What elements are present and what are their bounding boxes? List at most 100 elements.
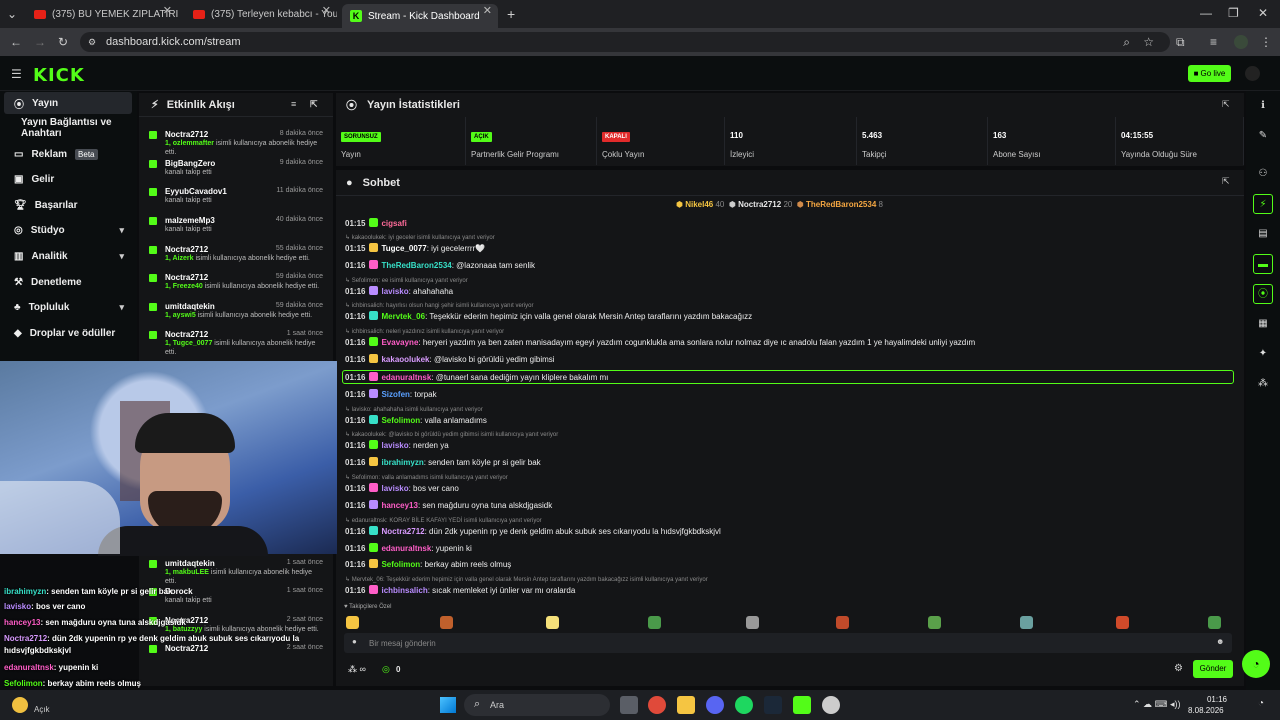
steam-icon[interactable]: [764, 696, 782, 714]
discord-icon[interactable]: [706, 696, 724, 714]
chat-settings-icon[interactable]: ●: [352, 637, 357, 646]
chat-message[interactable]: 01:16 Mervtek_06: Teşekkür ederim hepimiz…: [345, 311, 1235, 321]
hamburger-menu-icon[interactable]: ☰: [11, 67, 22, 81]
zoom-icon[interactable]: ⌕: [1123, 32, 1130, 52]
sidebar-item-achievements[interactable]: 🏆︎ Başarılar: [4, 194, 132, 216]
spotify-icon[interactable]: [735, 696, 753, 714]
menu-dots-icon[interactable]: ⋮: [1260, 35, 1272, 49]
sidebar-item-analytics[interactable]: ▥ Analitik ▾: [4, 245, 132, 267]
message-user[interactable]: kakaoolukek: [381, 355, 429, 364]
sidebar-item-stream-key[interactable]: Yayın Bağlantısı ve Anahtarı: [4, 117, 140, 139]
go-live-button[interactable]: ■ Go live: [1188, 65, 1231, 82]
chat-message[interactable]: 01:16 Sefolimon: valla anlamadıms: [345, 415, 1235, 425]
close-icon[interactable]: ✕: [483, 4, 492, 17]
chat-input[interactable]: ● Bir mesaj gönderin ☻: [344, 633, 1232, 653]
extensions-icon[interactable]: ⧉: [1176, 35, 1185, 50]
message-user[interactable]: TheRedBaron2534: [381, 261, 451, 270]
edit-icon[interactable]: ✎: [1253, 126, 1273, 146]
tray-icons[interactable]: ⌃ ☁ ⌨ ◂)): [1133, 699, 1181, 710]
tab-search-icon[interactable]: ⌄: [7, 7, 17, 21]
user-avatar[interactable]: [1245, 66, 1260, 81]
message-user[interactable]: Noctra2712: [381, 527, 424, 536]
message-user[interactable]: Sefolimon: [381, 560, 420, 569]
window-close-icon[interactable]: ✕: [1258, 6, 1268, 20]
reload-icon[interactable]: ↻: [58, 35, 68, 49]
emote-icon[interactable]: [836, 616, 849, 629]
kick-app-icon[interactable]: [793, 696, 811, 714]
forward-icon[interactable]: →: [34, 35, 46, 49]
message-user[interactable]: Mervtek_06: [381, 312, 425, 321]
chat-message[interactable]: 01:16 lavisko: ahahahaha: [345, 286, 1235, 296]
sidebar-item-stream[interactable]: ⦿ Yayın: [4, 92, 132, 114]
popout-icon[interactable]: ⇱: [1222, 99, 1230, 110]
tab-kick-dashboard[interactable]: K Stream - Kick Dashboard ✕: [342, 4, 498, 28]
message-user[interactable]: lavisko: [381, 484, 408, 493]
chat-message[interactable]: 01:15 cigsafi: [345, 218, 1235, 228]
chat-message[interactable]: 01:16 edanuraltnsk: @tunaerl sana dediğim…: [345, 372, 1235, 382]
chat-message[interactable]: 01:16 lavisko: bos ver cano: [345, 483, 1235, 493]
message-user[interactable]: Tugce_0077: [381, 244, 426, 253]
sidebar-item-revenue[interactable]: ▣ Gelir: [4, 168, 132, 190]
chat-message[interactable]: 01:16 Noctra2712: dün 2dk yupenin rp ye d…: [345, 526, 1235, 536]
message-user[interactable]: hancey13: [381, 501, 417, 510]
message-user[interactable]: edanuraltnsk: [381, 373, 431, 382]
emote-icon[interactable]: [546, 616, 559, 629]
emoji-icon[interactable]: ☻: [1216, 637, 1224, 646]
chat-message[interactable]: 01:16 lavisko: nerden ya: [345, 440, 1235, 450]
tab-youtube-1[interactable]: (375) BU YEMEK ZIPLATIRI ELRA...✕: [26, 4, 178, 24]
community-icon[interactable]: ⁂ ∞: [348, 664, 366, 675]
emote-icon[interactable]: [1116, 616, 1129, 629]
chat-icon[interactable]: ▬: [1253, 254, 1273, 274]
chat-message[interactable]: 01:16 Sizofen: torpak: [345, 389, 1235, 399]
popout-icon[interactable]: ⇱: [310, 99, 318, 110]
task-view-icon[interactable]: [620, 696, 638, 714]
emote-icon[interactable]: [928, 616, 941, 629]
file-explorer-icon[interactable]: [677, 696, 695, 714]
chat-message[interactable]: 01:16 kakaoolukek: @lavisko bi görüldü ye…: [345, 354, 1235, 364]
message-user[interactable]: Sizofen: [381, 390, 409, 399]
media-icon[interactable]: ≡: [1210, 35, 1217, 49]
obs-icon[interactable]: [822, 696, 840, 714]
filter-icon[interactable]: ≡: [291, 99, 296, 109]
message-user[interactable]: Evavayne: [381, 338, 418, 347]
user-icon[interactable]: ⚇: [1253, 164, 1273, 184]
sidebar-item-ads[interactable]: ▭ Reklam Beta: [4, 143, 132, 165]
chat-message[interactable]: 01:16 ichbinsalich: sıcak memleket iyi ün…: [345, 585, 1235, 595]
chat-message[interactable]: 01:15 Tugce_0077: iyi gecelerrrr🤍: [345, 243, 1235, 253]
new-tab-icon[interactable]: +: [507, 6, 515, 22]
kick-logo[interactable]: KICK: [33, 65, 85, 86]
sidebar-item-drops[interactable]: ◆ Droplar ve ödüller: [4, 322, 132, 344]
chat-message[interactable]: 01:16 edanuraltnsk: yupenin ki: [345, 543, 1235, 553]
bookmark-star-icon[interactable]: ☆: [1143, 32, 1154, 52]
url-bar[interactable]: ⚙ dashboard.kick.com/stream ⌕ ☆: [80, 32, 1170, 52]
windows-start-icon[interactable]: [440, 697, 456, 713]
message-user[interactable]: lavisko: [381, 287, 408, 296]
message-user[interactable]: ichbinsalich: [381, 586, 427, 595]
info-icon[interactable]: ℹ: [1253, 96, 1273, 116]
chat-message[interactable]: 01:16 ibrahimyzn: senden tam köyle pr si …: [345, 457, 1235, 467]
message-user[interactable]: lavisko: [381, 441, 408, 450]
layers-icon[interactable]: ▦: [1253, 314, 1273, 334]
tab-youtube-2[interactable]: (375) Terleyen kebabcı - YouTu...✕: [185, 4, 337, 24]
message-user[interactable]: Sefolimon: [381, 416, 420, 425]
message-user[interactable]: cigsafi: [381, 219, 406, 228]
clipboard-icon[interactable]: ▤: [1253, 224, 1273, 244]
chat-message[interactable]: 01:16 Evavayne: heryeri yazdım ya ben zat…: [345, 337, 1235, 347]
weather-icon[interactable]: [12, 697, 28, 713]
message-user[interactable]: edanuraltnsk: [381, 544, 431, 553]
taskbar-search[interactable]: ⌕ Ara: [464, 694, 610, 716]
wrench-icon[interactable]: ✦: [1253, 344, 1273, 364]
sidebar-item-moderation[interactable]: ⚒ Denetleme: [4, 271, 132, 293]
popout-icon[interactable]: ⇱: [1222, 176, 1230, 187]
close-icon[interactable]: ✕: [322, 4, 331, 17]
share-icon[interactable]: ⁂: [1253, 374, 1273, 394]
emote-icon[interactable]: [1020, 616, 1033, 629]
emote-icon[interactable]: [746, 616, 759, 629]
emote-icon[interactable]: [648, 616, 661, 629]
emote-icon[interactable]: [440, 616, 453, 629]
chat-message[interactable]: 01:16 hancey13: sen mağduru oyna tuna als…: [345, 500, 1235, 510]
profile-avatar[interactable]: [1234, 35, 1248, 49]
emote-icon[interactable]: [1208, 616, 1221, 629]
notification-icon[interactable]: ◔: [1258, 698, 1264, 709]
sidebar-item-community[interactable]: ♣ Topluluk ▾: [4, 296, 132, 318]
